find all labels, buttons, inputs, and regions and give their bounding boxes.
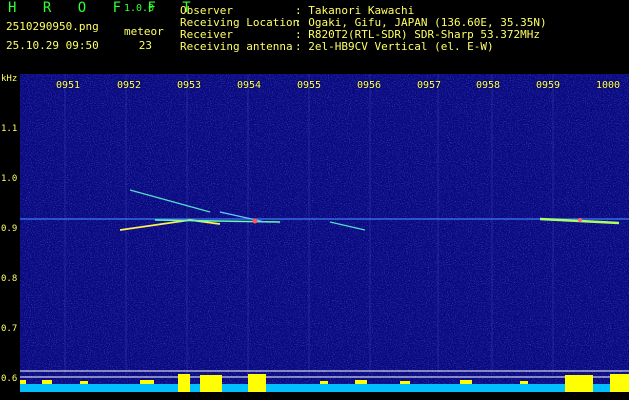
spectrogram-canvas bbox=[20, 74, 629, 392]
meteor-count: 23 bbox=[138, 39, 152, 52]
x-tick-label: 0959 bbox=[536, 80, 561, 91]
y-tick-label: 0.9 bbox=[1, 224, 18, 234]
antenna-label: Receiving antenna bbox=[180, 40, 293, 53]
y-unit-label: kHz bbox=[1, 74, 18, 84]
header-panel: H R O F F T 1.0.0 2510290950.png 25.10.2… bbox=[0, 0, 629, 74]
antenna-value: : 2el-HB9CV Vertical (el. E-W) bbox=[295, 40, 494, 53]
x-tick-label: 1000 bbox=[596, 80, 621, 91]
y-axis: kHz 1.1 1.0 0.9 0.8 0.7 0.6 bbox=[0, 74, 20, 392]
x-tick-label: 0952 bbox=[117, 80, 142, 91]
meteor-label: meteor bbox=[124, 25, 164, 38]
app-title: H R O F F T bbox=[8, 0, 200, 16]
y-tick-label: 0.8 bbox=[1, 274, 18, 284]
spectrogram-plot bbox=[20, 74, 629, 392]
signal-baseline bbox=[20, 384, 629, 392]
meteor-echo-peak bbox=[578, 218, 582, 222]
y-tick-label: 0.6 bbox=[1, 374, 18, 384]
app-version: 1.0.0 bbox=[124, 3, 155, 14]
y-tick-label: 1.1 bbox=[1, 124, 18, 134]
x-tick-label: 0956 bbox=[357, 80, 382, 91]
x-tick-label: 0954 bbox=[237, 80, 262, 91]
file-name: 2510290950.png bbox=[6, 20, 99, 33]
y-tick-label: 0.7 bbox=[1, 324, 18, 334]
meteor-echo-peak bbox=[252, 218, 258, 224]
x-tick-label: 0958 bbox=[476, 80, 501, 91]
x-tick-label: 0955 bbox=[297, 80, 322, 91]
y-tick-label: 1.0 bbox=[1, 174, 18, 184]
noise-overlay bbox=[20, 74, 629, 392]
x-tick-label: 0953 bbox=[177, 80, 202, 91]
x-tick-label: 0957 bbox=[417, 80, 442, 91]
date-time: 25.10.29 09:50 bbox=[6, 39, 99, 52]
x-tick-label: 0951 bbox=[56, 80, 81, 91]
